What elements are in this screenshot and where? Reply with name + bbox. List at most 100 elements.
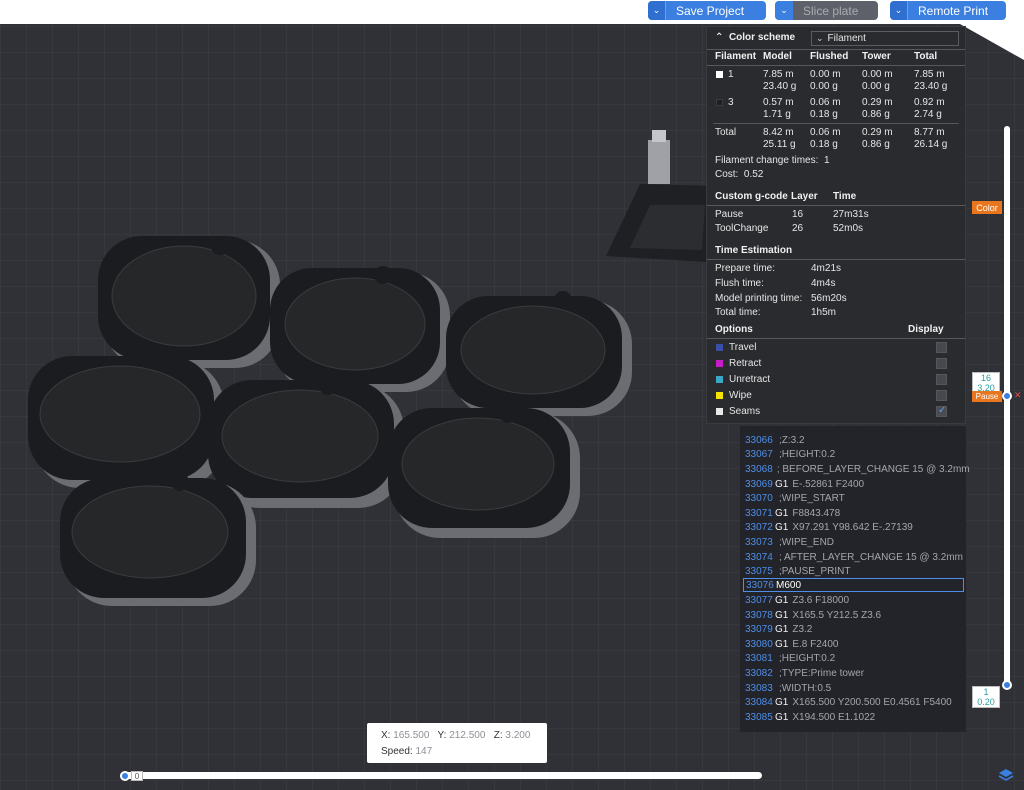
retract-swatch (716, 360, 723, 367)
line-number: 33073 (745, 536, 773, 548)
layer-slider-track[interactable] (1004, 126, 1010, 684)
cell: 25.11 g (763, 139, 796, 150)
collapse-button[interactable]: ⌃ Color scheme (715, 32, 795, 43)
col-time: Time (833, 191, 857, 202)
layer-slider-bottom-thumb[interactable] (1002, 680, 1012, 690)
close-icon[interactable]: ✕ (1014, 391, 1022, 400)
model-object-1[interactable] (98, 236, 280, 368)
time-label: Prepare time: (715, 263, 776, 274)
z-value: 3.200 (505, 730, 531, 741)
model-object-5[interactable] (208, 377, 404, 508)
wipe-swatch (716, 392, 723, 399)
line-number: 33068 (745, 463, 773, 475)
seams-swatch (716, 408, 723, 415)
custom-gcode-name: ToolChange (715, 223, 769, 234)
custom-gcode-layer: 16 (792, 209, 804, 220)
unretract-swatch (716, 376, 723, 383)
line-op: G1 (775, 521, 789, 533)
color-tag[interactable]: Color (972, 201, 1002, 214)
color-scheme-select[interactable]: ⌄ Filament (811, 31, 959, 46)
gcode-line: 33068; BEFORE_LAYER_CHANGE 15 @ 3.2mm (743, 462, 970, 476)
filament-1-swatch (716, 71, 723, 78)
filament-id: 3 (728, 97, 734, 108)
cell: 2.74 g (914, 109, 942, 120)
gcode-line: 33082 ;TYPE:Prime tower (743, 666, 963, 680)
cell: 0.29 m (862, 127, 893, 138)
move-slider-thumb[interactable] (120, 771, 130, 781)
filament-id: 1 (728, 69, 734, 80)
pause-tag[interactable]: Pause (972, 391, 1002, 402)
gcode-line: 33085 G1 X194.500 E1.1022 (743, 710, 963, 724)
change-times-value: 1 (823, 155, 830, 166)
line-text: E-.52861 F2400 (792, 478, 865, 490)
bottom-layer-label: 1 0.20 (972, 686, 1000, 708)
remote-print-button[interactable]: ⌄ Remote Print (890, 1, 1006, 20)
layers-icon[interactable] (998, 767, 1014, 783)
line-text: ;Z:3.2 (779, 434, 805, 446)
slice-plate-label: Slice plate (803, 3, 859, 18)
wipe-checkbox[interactable] (936, 390, 947, 401)
line-text: Z3.6 F18000 (792, 594, 850, 606)
line-number: 33083 (745, 682, 773, 694)
line-text: Z3.2 (792, 623, 813, 635)
cell: 0.18 g (810, 139, 838, 150)
line-op: G1 (775, 594, 789, 606)
model-object-6[interactable] (388, 405, 580, 538)
col-custom-gcode: Custom g-code (715, 191, 788, 202)
save-project-button[interactable]: ⌄ Save Project (648, 1, 766, 20)
line-text: X165.5 Y212.5 Z3.6 (792, 609, 882, 621)
model-object-7[interactable] (60, 473, 256, 606)
model-object-2[interactable] (270, 266, 450, 392)
line-text: X97.291 Y98.642 E-.27139 (792, 521, 913, 533)
custom-gcode-time: 27m31s (833, 209, 869, 220)
gcode-line: 33077 G1 Z3.6 F18000 (743, 593, 963, 607)
unretract-checkbox[interactable] (936, 374, 947, 385)
line-number: 33070 (745, 492, 773, 504)
line-number: 33071 (745, 507, 773, 519)
line-op: G1 (775, 711, 789, 723)
move-slider-track[interactable] (120, 772, 762, 779)
layer-slider-top-thumb[interactable] (1002, 391, 1012, 401)
top-layer-number: 16 (980, 373, 991, 383)
gcode-line: 33071 G1 F8843.478 (743, 506, 963, 520)
gcode-line: 33069 G1 E-.52861 F2400 (743, 477, 963, 491)
model-object-3[interactable] (446, 291, 632, 416)
travel-checkbox[interactable] (936, 342, 947, 353)
time-label: Total time: (715, 307, 761, 318)
options-title: Options (715, 324, 753, 335)
z-label: Z: (493, 730, 503, 741)
gcode-line-selected[interactable]: 33076 M600 (743, 578, 964, 592)
gcode-line: 33073 ;WIPE_END (743, 535, 963, 549)
line-number: 33077 (745, 594, 773, 606)
line-text: ;WIPE_END (779, 536, 835, 548)
cell: 0.86 g (862, 109, 890, 120)
line-text: F8843.478 (792, 507, 841, 519)
speed-label: Speed: (381, 746, 413, 757)
chevron-down-icon[interactable]: ⌄ (890, 1, 908, 20)
cell: 1.71 g (763, 109, 791, 120)
gcode-line: 33081 ;HEIGHT:0.2 (743, 651, 963, 665)
chevron-down-icon[interactable]: ⌄ (648, 1, 666, 20)
chevron-up-icon[interactable]: ⌃ (715, 32, 723, 43)
gcode-viewer[interactable]: 33066 ;Z:3.2 33067 ;HEIGHT:0.2 33068; BEFO… (740, 426, 970, 732)
cost-value: 0.52 (743, 169, 764, 180)
travel-swatch (716, 344, 723, 351)
cell: 23.40 g (914, 81, 948, 92)
cost-label: Cost: (715, 169, 739, 180)
gcode-line: 33078 G1 X165.5 Y212.5 Z3.6 (743, 608, 963, 622)
cell: 0.29 m (862, 97, 893, 108)
chevron-down-icon[interactable]: ⌄ (775, 1, 793, 20)
time-label: Model printing time: (715, 293, 803, 304)
retract-checkbox[interactable] (936, 358, 947, 369)
slice-plate-button[interactable]: ⌄ Slice plate (775, 1, 878, 20)
line-text: ;WIPE_START (779, 492, 845, 504)
option-retract-label: Retract (729, 358, 762, 369)
color-scheme-value: Filament (827, 33, 866, 44)
line-number: 33069 (745, 478, 773, 490)
seams-checkbox[interactable] (936, 405, 947, 417)
custom-gcode-time: 52m0s (833, 223, 864, 234)
time-value: 4m4s (811, 278, 836, 289)
time-value: 1h5m (811, 307, 837, 318)
option-seams-label: Seams (729, 406, 761, 417)
model-object-4[interactable] (28, 351, 224, 488)
